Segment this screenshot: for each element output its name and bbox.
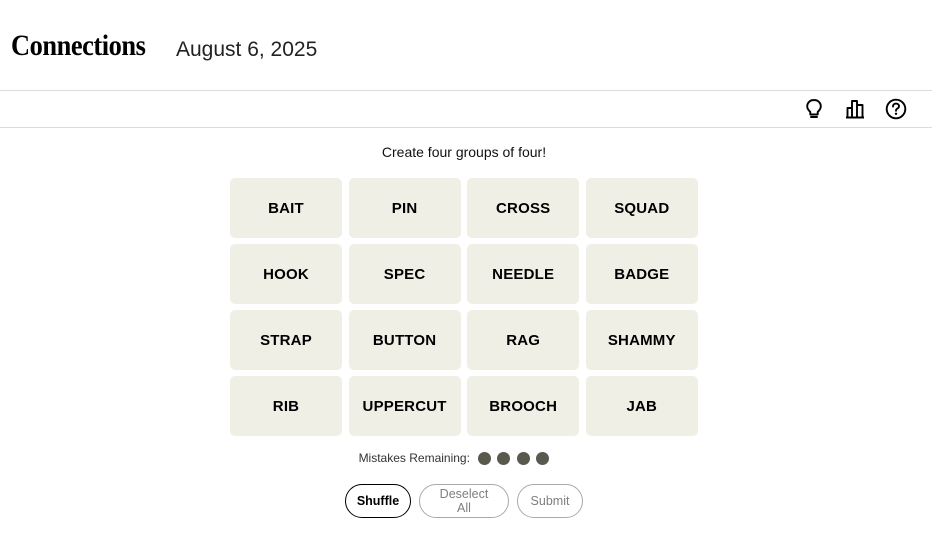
word-tile[interactable]: BUTTON xyxy=(348,310,461,370)
mistake-dots xyxy=(477,451,550,465)
word-tile[interactable]: PIN xyxy=(348,178,461,238)
mistake-dot xyxy=(516,451,530,465)
mistakes-label: Mistakes Remaining: xyxy=(358,451,470,465)
hint-lightbulb-icon[interactable] xyxy=(802,97,826,121)
word-tile[interactable]: HOOK xyxy=(230,244,342,304)
word-tile[interactable]: BADGE xyxy=(585,244,698,304)
word-tile[interactable]: JAB xyxy=(585,376,698,436)
mistake-dot xyxy=(477,451,491,465)
action-buttons: Shuffle Deselect All Submit xyxy=(0,484,928,518)
word-tile[interactable]: SQUAD xyxy=(585,178,698,238)
word-tile[interactable]: RIB xyxy=(230,376,342,436)
word-tile[interactable]: SPEC xyxy=(348,244,461,304)
help-question-icon[interactable] xyxy=(884,97,908,121)
word-grid: BAIT PIN CROSS SQUAD HOOK SPEC NEEDLE BADGE STRA… xyxy=(230,178,698,436)
word-tile[interactable]: NEEDLE xyxy=(467,244,580,304)
word-tile[interactable]: UPPERCUT xyxy=(348,376,461,436)
connections-page: Connections August 6, 2025 Create four g… xyxy=(0,0,932,546)
word-tile[interactable]: BAIT xyxy=(230,178,342,238)
word-tile[interactable]: RAG xyxy=(467,310,580,370)
deselect-all-button[interactable]: Deselect All xyxy=(419,484,509,518)
shuffle-button[interactable]: Shuffle xyxy=(345,484,411,518)
page-title: Connections xyxy=(11,29,146,62)
puzzle-date: August 6, 2025 xyxy=(176,38,318,61)
submit-button[interactable]: Submit xyxy=(517,484,583,518)
stats-bar-chart-icon[interactable] xyxy=(843,97,867,121)
word-tile[interactable]: SHAMMY xyxy=(585,310,698,370)
word-tile[interactable]: BROOCH xyxy=(467,376,580,436)
mistake-dot xyxy=(497,451,511,465)
word-tile[interactable]: CROSS xyxy=(467,178,580,238)
mistakes-remaining: Mistakes Remaining: xyxy=(0,451,908,465)
header: Connections August 6, 2025 xyxy=(0,0,932,91)
mistake-dot xyxy=(536,451,550,465)
toolbar xyxy=(0,91,932,128)
word-tile[interactable]: STRAP xyxy=(230,310,342,370)
instructions-text: Create four groups of four! xyxy=(381,144,547,160)
